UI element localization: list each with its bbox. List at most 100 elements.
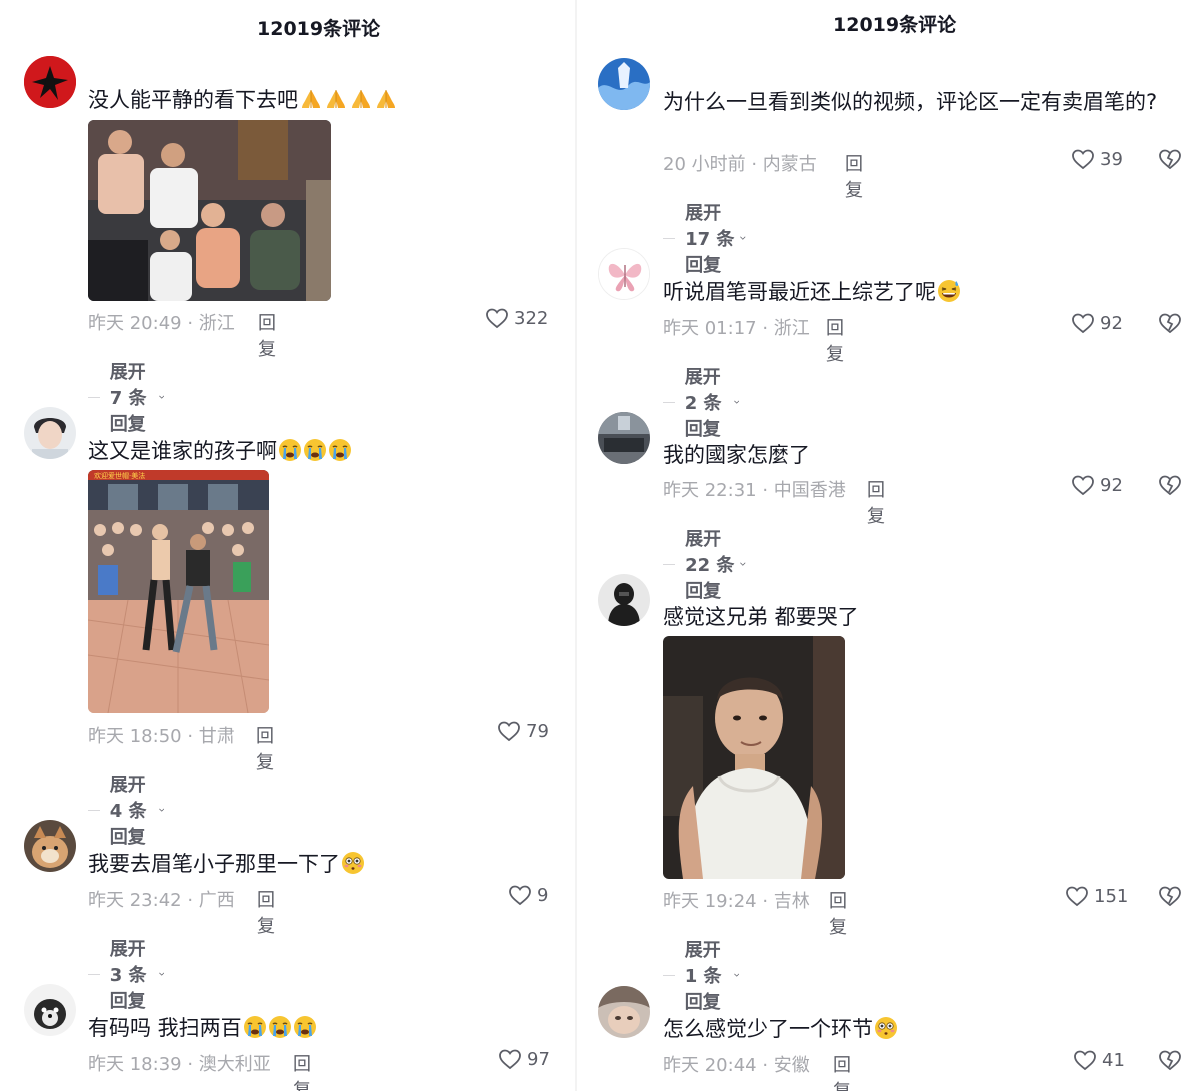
expand-line xyxy=(663,563,676,565)
like-button[interactable]: 151 xyxy=(1065,885,1128,907)
chevron-down-icon xyxy=(733,400,739,404)
comment-text: 我的國家怎麼了 xyxy=(663,443,810,467)
cry-emoji-icon xyxy=(293,1015,317,1039)
cry-emoji-icon xyxy=(268,1015,292,1039)
comment-time-location: 昨天 23:42 · 广西 xyxy=(88,890,235,911)
dislike-button[interactable] xyxy=(1157,473,1183,501)
like-button[interactable]: 97 xyxy=(498,1048,550,1070)
chevron-down-icon xyxy=(740,236,746,240)
like-count: 92 xyxy=(1100,474,1123,496)
broken-heart-icon xyxy=(1159,149,1181,170)
like-count: 322 xyxy=(514,307,549,329)
like-button[interactable]: 92 xyxy=(1071,474,1123,496)
heart-outline-icon xyxy=(509,885,531,906)
like-count: 92 xyxy=(1100,312,1123,334)
like-button[interactable]: 39 xyxy=(1071,148,1123,170)
avatar[interactable] xyxy=(24,56,76,108)
avatar[interactable] xyxy=(24,820,76,872)
heart-outline-icon xyxy=(486,308,508,329)
expand-replies-button[interactable]: 展开 4 条回复 xyxy=(88,771,164,849)
comment-count-title: 12019条评论 xyxy=(257,18,381,40)
dislike-button[interactable] xyxy=(1157,1048,1183,1076)
like-button[interactable]: 79 xyxy=(497,720,549,742)
comment-photo[interactable] xyxy=(663,636,845,879)
comment-text: 没人能平静的看下去吧 xyxy=(88,86,398,114)
expand-line xyxy=(663,401,675,403)
heart-outline-icon xyxy=(1066,886,1088,907)
like-button[interactable]: 41 xyxy=(1073,1049,1125,1071)
like-count: 97 xyxy=(527,1048,550,1070)
reply-button[interactable]: 回复 xyxy=(845,150,863,202)
avatar[interactable] xyxy=(598,574,650,626)
comment-panel-left: 12019条评论 没人能平静的看下去吧 昨天 20:49 · 浙江 回复 322… xyxy=(0,0,575,1091)
comment-text: 为什么一旦看到类似的视频，评论区一定有卖眉笔的? xyxy=(663,90,1158,114)
like-button[interactable]: 92 xyxy=(1071,312,1123,334)
reply-button[interactable]: 回复 xyxy=(256,722,274,774)
chevron-down-icon xyxy=(158,808,164,812)
comment-time-location: 20 小时前 · 内蒙古 xyxy=(663,154,817,175)
like-count: 41 xyxy=(1102,1049,1125,1071)
reply-button[interactable]: 回复 xyxy=(829,887,847,939)
reply-button[interactable]: 回复 xyxy=(257,886,275,938)
expand-replies-label: 展开 3 条回复 xyxy=(109,939,147,1012)
comment-text: 有码吗 我扫两百 xyxy=(88,1014,317,1042)
like-count: 39 xyxy=(1100,148,1123,170)
reply-button[interactable]: 回复 xyxy=(833,1051,851,1091)
pray-emoji-icon xyxy=(324,87,348,111)
heart-outline-icon xyxy=(1072,313,1094,334)
reply-button[interactable]: 回复 xyxy=(867,476,885,528)
avatar[interactable] xyxy=(24,407,76,459)
like-button[interactable]: 322 xyxy=(485,307,548,329)
comment-text: 感觉这兄弟 都要哭了 xyxy=(663,605,859,629)
avatar[interactable] xyxy=(24,984,76,1036)
heart-outline-icon xyxy=(499,1049,521,1070)
reply-button[interactable]: 回复 xyxy=(293,1050,311,1091)
sweat-smile-emoji-icon xyxy=(937,279,961,303)
expand-replies-label: 展开 4 条回复 xyxy=(109,775,147,848)
comment-time-location: 昨天 01:17 · 浙江 xyxy=(663,318,810,339)
comment-text: 这又是谁家的孩子啊 xyxy=(88,437,352,465)
cry-emoji-icon xyxy=(328,438,352,462)
like-count: 151 xyxy=(1094,885,1129,907)
avatar[interactable] xyxy=(598,248,650,300)
avatar[interactable] xyxy=(598,986,650,1038)
avatar[interactable] xyxy=(598,412,650,464)
expand-replies-button[interactable]: 展开 7 条回复 xyxy=(88,358,164,436)
expand-replies-button[interactable]: 展开 1 条回复 xyxy=(663,936,739,1014)
comment-photo[interactable] xyxy=(88,120,331,301)
reply-button[interactable]: 回复 xyxy=(826,314,844,366)
comment-count-title: 12019条评论 xyxy=(833,14,957,36)
comment-photo[interactable]: 欢迎爱世帽·美法 xyxy=(88,470,269,713)
comment-time-location: 昨天 19:24 · 吉林 xyxy=(663,891,810,912)
comment-time-location: 昨天 20:44 · 安徽 xyxy=(663,1055,810,1076)
cry-emoji-icon xyxy=(303,438,327,462)
flushed-emoji-icon xyxy=(341,851,365,875)
comment-time-location: 昨天 22:31 · 中国香港 xyxy=(663,480,846,501)
expand-replies-button[interactable]: 展开 22 条回复 xyxy=(663,525,746,603)
comment-text: 怎么感觉少了一个环节 xyxy=(663,1015,898,1043)
broken-heart-icon xyxy=(1159,313,1181,334)
reply-button[interactable]: 回复 xyxy=(258,309,276,361)
expand-replies-button[interactable]: 展开 2 条回复 xyxy=(663,363,739,441)
pray-emoji-icon xyxy=(349,87,373,111)
flushed-emoji-icon xyxy=(874,1016,898,1040)
dislike-button[interactable] xyxy=(1157,884,1183,912)
broken-heart-icon xyxy=(1159,886,1181,907)
expand-replies-button[interactable]: 展开 17 条回复 xyxy=(663,199,746,277)
comment-panel-right: 12019条评论 为什么一旦看到类似的视频，评论区一定有卖眉笔的? 20 小时前… xyxy=(577,0,1200,1091)
broken-heart-icon xyxy=(1159,475,1181,496)
chevron-down-icon xyxy=(733,973,739,977)
like-button[interactable]: 9 xyxy=(508,884,548,906)
like-count: 9 xyxy=(537,884,549,906)
expand-replies-button[interactable]: 展开 3 条回复 xyxy=(88,935,164,1013)
dislike-button[interactable] xyxy=(1157,311,1183,339)
cry-emoji-icon xyxy=(243,1015,267,1039)
heart-outline-icon xyxy=(498,721,520,742)
avatar[interactable] xyxy=(598,58,650,110)
comment-text: 听说眉笔哥最近还上综艺了呢 xyxy=(663,278,961,306)
dislike-button[interactable] xyxy=(1157,147,1183,175)
expand-line xyxy=(88,809,100,811)
expand-line xyxy=(88,973,100,975)
cry-emoji-icon xyxy=(278,438,302,462)
expand-line xyxy=(663,974,675,976)
